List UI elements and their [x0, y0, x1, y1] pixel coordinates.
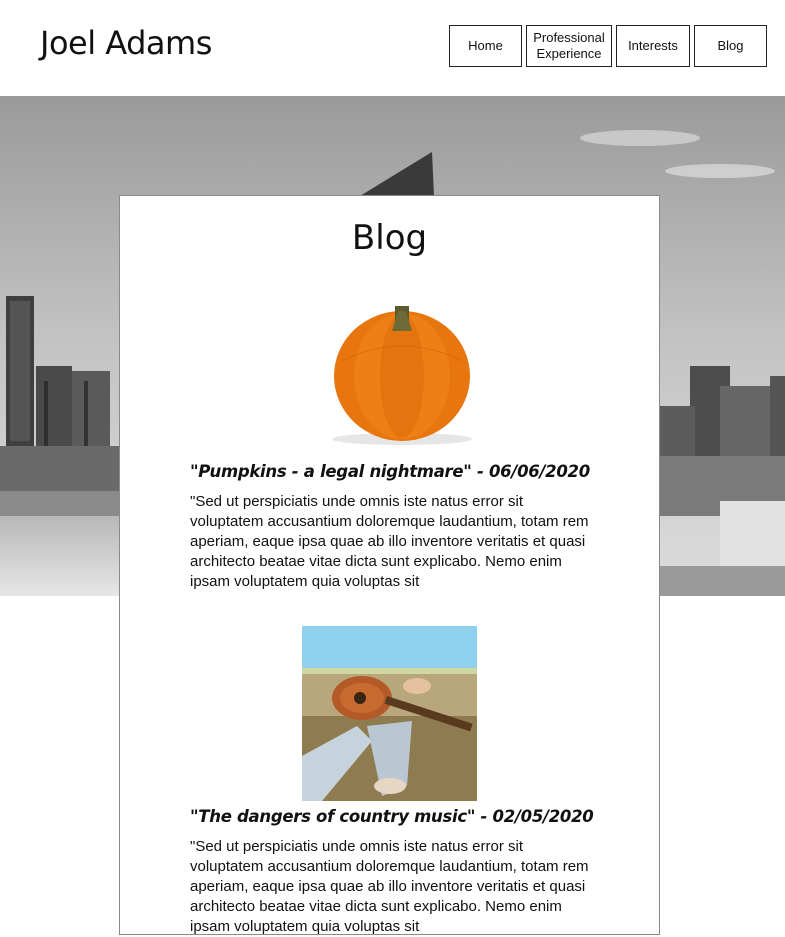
site-header: Joel Adams Home Professional Experience …: [0, 0, 785, 96]
post-2-heading[interactable]: "The dangers of country music" - 02/05/2…: [190, 807, 594, 826]
main-nav: Home Professional Experience Interests B…: [449, 25, 767, 67]
nav-blog-button[interactable]: Blog: [694, 25, 767, 67]
post-1-excerpt: "Sed ut perspiciatis unde omnis iste nat…: [190, 493, 589, 590]
nav-professional-experience-line-2: Experience: [536, 46, 602, 61]
guitar-image[interactable]: [302, 626, 477, 801]
nav-professional-experience-line-1: Professional: [533, 30, 605, 45]
post-1-heading[interactable]: "Pumpkins - a legal nightmare" - 06/06/2…: [190, 462, 590, 481]
post-2-excerpt: "Sed ut perspiciatis unde omnis iste nat…: [190, 838, 589, 935]
nav-interests-button[interactable]: Interests: [616, 25, 690, 67]
nav-home-button[interactable]: Home: [449, 25, 522, 67]
pumpkin-image[interactable]: [302, 301, 477, 446]
site-title[interactable]: Joel Adams: [40, 24, 212, 62]
nav-professional-experience-button[interactable]: Professional Experience: [526, 25, 612, 67]
blog-card: Blog "Pumpkins - a legal nightmare" - 06…: [119, 195, 660, 935]
blog-title: Blog: [351, 218, 428, 258]
